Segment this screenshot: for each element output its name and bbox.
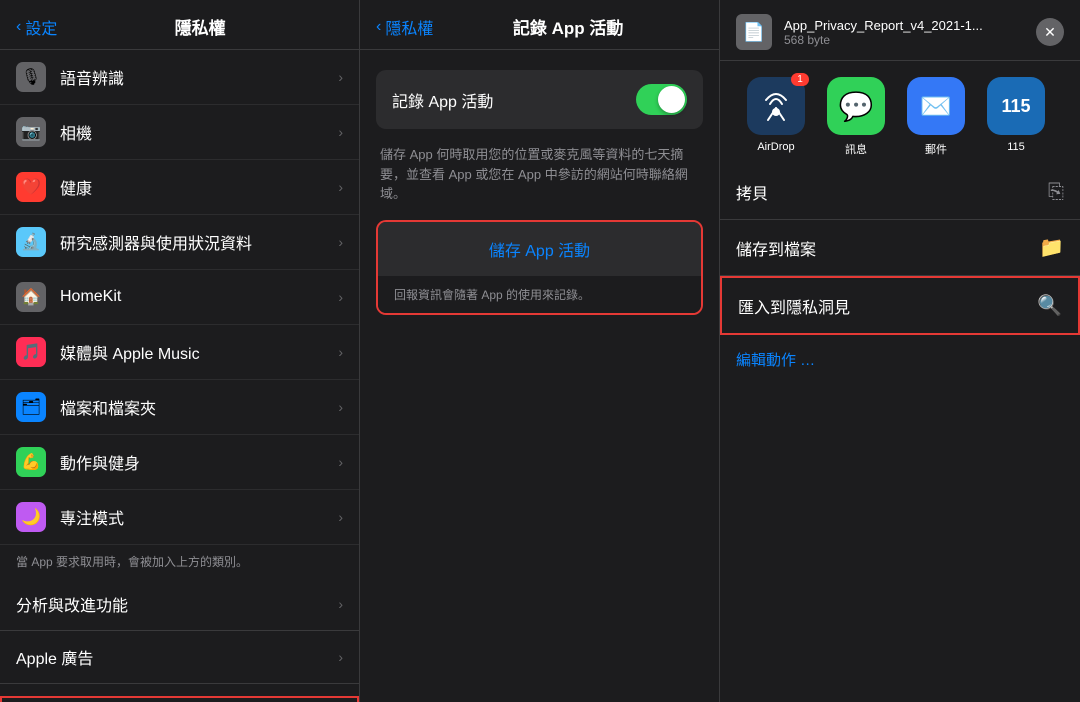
sidebar-item-ads[interactable]: Apple 廣告 ›: [0, 631, 359, 684]
copy-action[interactable]: 拷貝 ⎘: [720, 165, 1080, 220]
save-btn-label: 儲存 App 活動: [489, 237, 590, 261]
sidebar-item-motion[interactable]: 💪 動作與健身 ›: [0, 435, 359, 490]
camera-icon: 📷: [16, 117, 46, 147]
save-files-action[interactable]: 儲存到檔案 📁: [720, 220, 1080, 276]
middle-panel: ‹ 隱私權 記錄 App 活動 記錄 App 活動 儲存 App 何時取用您的位…: [360, 0, 720, 702]
chevron-right-icon: ›: [338, 399, 343, 415]
messages-icon: 💬: [827, 77, 885, 135]
left-header: ‹ 設定 隱私權: [0, 0, 359, 50]
category-note: 當 App 要求取用時，會被加入上方的類別。: [0, 545, 359, 578]
file-info: App_Privacy_Report_v4_2021-1... 568 byte: [784, 18, 1024, 47]
import-privacy-label: 匯入到隱私洞見: [738, 294, 850, 318]
focus-icon: 🌙: [16, 502, 46, 532]
chevron-right-icon: ›: [338, 289, 343, 305]
sidebar-item-app-activity[interactable]: 記錄 App 活動 ›: [0, 696, 359, 702]
sidebar-item-files[interactable]: 🗂 檔案和檔案夾 ›: [0, 380, 359, 435]
badge: 1: [791, 73, 809, 86]
chevron-left-icon: ‹: [16, 18, 21, 36]
media-icon: 🎵: [16, 337, 46, 367]
back-privacy-label: 隱私權: [385, 15, 433, 39]
voice-label: 語音辨識: [60, 65, 324, 89]
app115-label: 115: [1007, 141, 1025, 153]
right-panel: 📄 App_Privacy_Report_v4_2021-1... 568 by…: [720, 0, 1080, 702]
file-name: App_Privacy_Report_v4_2021-1...: [784, 18, 1024, 33]
close-button[interactable]: ✕: [1036, 18, 1064, 46]
middle-header: ‹ 隱私權 記錄 App 活動: [360, 0, 719, 50]
import-privacy-action[interactable]: 匯入到隱私洞見 🔍: [720, 276, 1080, 335]
toggle-row: 記錄 App 活動: [376, 70, 703, 129]
motion-label: 動作與健身: [60, 450, 324, 474]
folder-icon: 📁: [1039, 235, 1064, 260]
save-app-activity-button[interactable]: 儲存 App 活動: [378, 222, 701, 276]
research-label: 研究感測器與使用狀況資料: [60, 230, 324, 254]
sidebar-item-analytics[interactable]: 分析與改進功能 ›: [0, 578, 359, 631]
sidebar-item-camera[interactable]: 📷 相機 ›: [0, 105, 359, 160]
back-to-settings-button[interactable]: ‹ 設定: [16, 15, 57, 39]
focus-label: 專注模式: [60, 505, 324, 529]
sidebar-item-health[interactable]: ❤️ 健康 ›: [0, 160, 359, 215]
file-document-icon: 📄: [736, 14, 772, 50]
sidebar-item-voice[interactable]: 🎙 語音辨識 ›: [0, 50, 359, 105]
chevron-right-icon: ›: [338, 344, 343, 360]
share-airdrop[interactable]: 1 AirDrop: [736, 77, 816, 157]
file-size: 568 byte: [784, 33, 1024, 47]
mail-icon: ✉️: [907, 77, 965, 135]
homekit-icon: 🏠: [16, 282, 46, 312]
chevron-right-icon: ›: [338, 234, 343, 250]
mail-label: 郵件: [925, 141, 947, 157]
chevron-right-icon: ›: [338, 124, 343, 140]
media-label: 媒體與 Apple Music: [60, 340, 324, 364]
copy-icon: ⎘: [1048, 181, 1064, 204]
app115-icon: 115: [987, 77, 1045, 135]
health-icon: ❤️: [16, 172, 46, 202]
analytics-label: 分析與改進功能: [16, 592, 324, 616]
save-section: 儲存 App 活動 回報資訊會隨著 App 的使用來記錄。: [376, 220, 703, 315]
record-app-activity-toggle[interactable]: [636, 84, 687, 115]
middle-content: 記錄 App 活動 儲存 App 何時取用您的位置或麥克風等資料的七天摘要，並查…: [360, 50, 719, 335]
middle-panel-title: 記錄 App 活動: [433, 14, 703, 39]
share-mail[interactable]: ✉️ 郵件: [896, 77, 976, 157]
share-apps-row: 1 AirDrop 💬 訊息 ✉️ 郵件: [720, 61, 1080, 165]
left-panel: ‹ 設定 隱私權 🎙 語音辨識 › 📷 相機 › ❤️ 健康 › 🔬 研究感測器…: [0, 0, 360, 702]
save-note: 回報資訊會隨著 App 的使用來記錄。: [378, 276, 701, 313]
airdrop-icon: 1: [747, 77, 805, 135]
homekit-label: HomeKit: [60, 288, 324, 306]
back-label: 設定: [25, 15, 57, 39]
sidebar-item-homekit[interactable]: 🏠 HomeKit ›: [0, 270, 359, 325]
research-icon: 🔬: [16, 227, 46, 257]
files-icon: 🗂: [16, 392, 46, 422]
back-to-privacy-button[interactable]: ‹ 隱私權: [376, 15, 433, 39]
edit-actions-button[interactable]: 編輯動作 …: [720, 335, 1080, 384]
chevron-right-icon: ›: [338, 454, 343, 470]
toggle-label: 記錄 App 活動: [392, 88, 493, 112]
motion-icon: 💪: [16, 447, 46, 477]
chevron-right-icon: ›: [338, 649, 343, 665]
chevron-left-icon: ‹: [376, 18, 381, 36]
chevron-right-icon: ›: [338, 179, 343, 195]
camera-label: 相機: [60, 120, 324, 144]
chevron-right-icon: ›: [338, 69, 343, 85]
toggle-knob: [658, 86, 685, 113]
sidebar-item-focus[interactable]: 🌙 專注模式 ›: [0, 490, 359, 545]
right-header: 📄 App_Privacy_Report_v4_2021-1... 568 by…: [720, 0, 1080, 61]
share-115[interactable]: 115 115: [976, 77, 1056, 157]
messages-label: 訊息: [845, 141, 867, 157]
copy-label: 拷貝: [736, 180, 768, 204]
left-list: 🎙 語音辨識 › 📷 相機 › ❤️ 健康 › 🔬 研究感測器與使用狀況資料 ›…: [0, 50, 359, 702]
files-label: 檔案和檔案夾: [60, 395, 324, 419]
airdrop-label: AirDrop: [757, 141, 794, 153]
share-messages[interactable]: 💬 訊息: [816, 77, 896, 157]
ads-label: Apple 廣告: [16, 645, 324, 669]
save-files-label: 儲存到檔案: [736, 236, 816, 260]
sidebar-item-research[interactable]: 🔬 研究感測器與使用狀況資料 ›: [0, 215, 359, 270]
voice-icon: 🎙: [16, 62, 46, 92]
health-label: 健康: [60, 175, 324, 199]
privacy-icon: 🔍: [1037, 293, 1062, 318]
chevron-right-icon: ›: [338, 509, 343, 525]
chevron-right-icon: ›: [338, 596, 343, 612]
sidebar-item-media[interactable]: 🎵 媒體與 Apple Music ›: [0, 325, 359, 380]
spacer: [0, 684, 359, 696]
description-text: 儲存 App 何時取用您的位置或麥克風等資料的七天摘要，並查看 App 或您在 …: [376, 145, 703, 204]
left-panel-title: 隱私權: [57, 14, 343, 39]
